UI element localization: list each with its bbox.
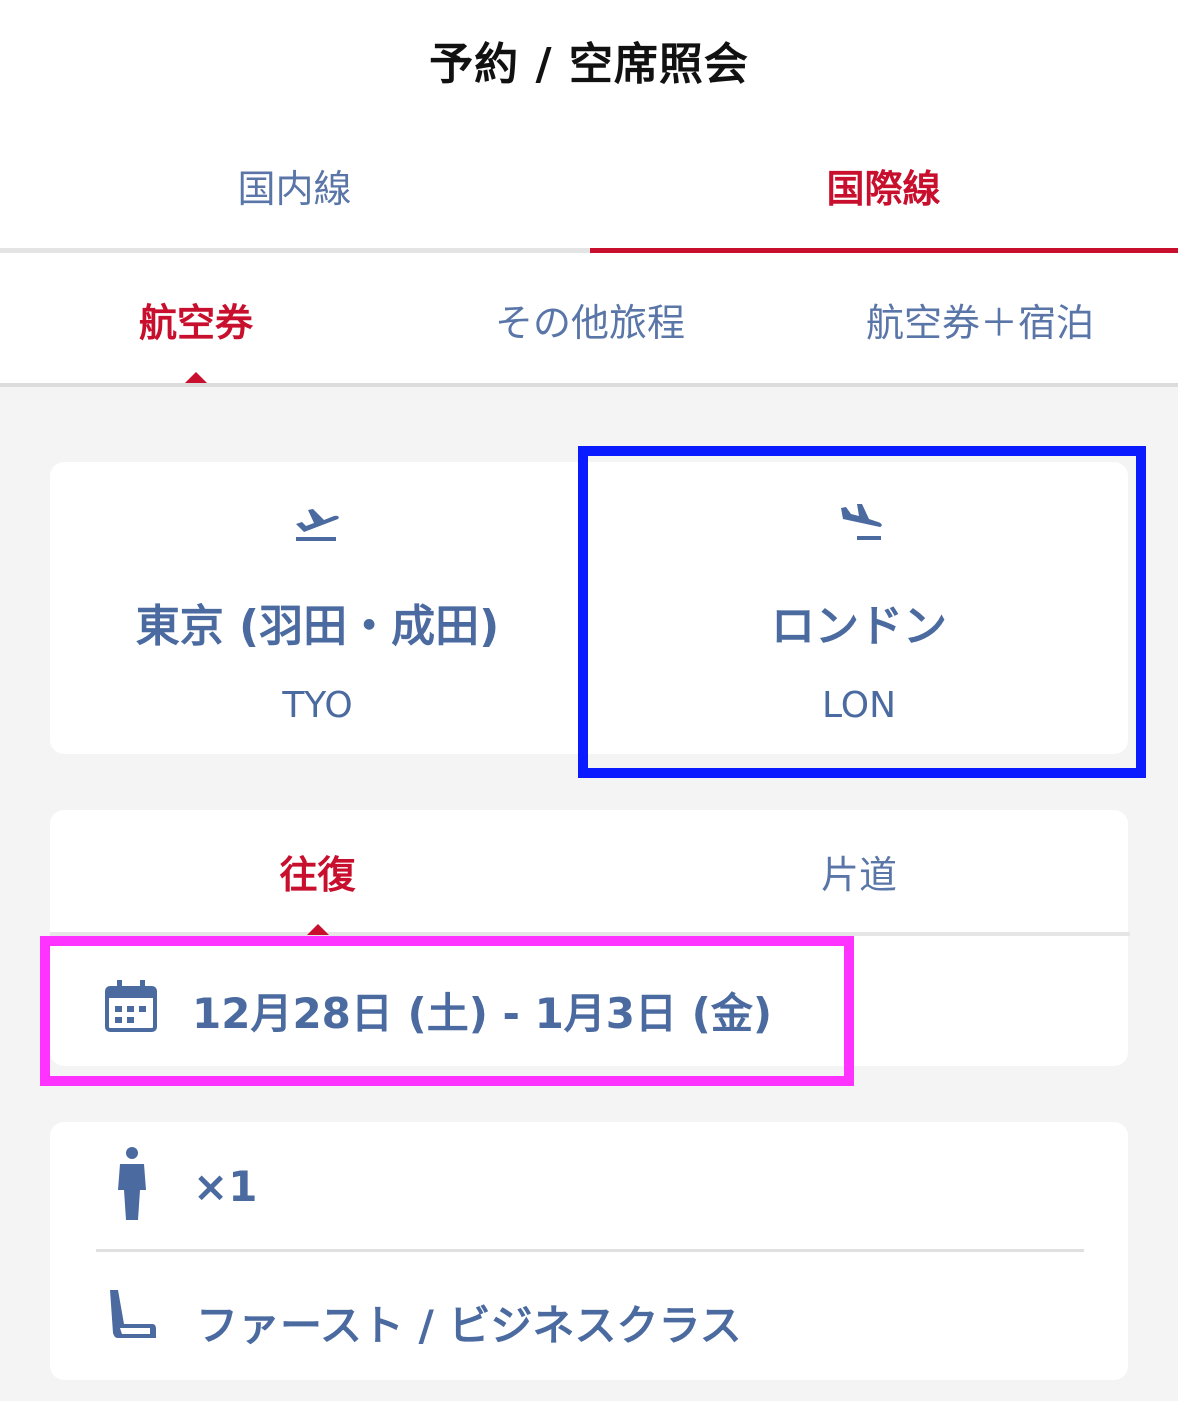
tab-domestic[interactable]: 国内線: [0, 120, 589, 250]
date-selector[interactable]: 12月28日 (土) - 1月3日 (金): [50, 940, 840, 1066]
arrival-plane-icon: [841, 504, 882, 540]
active-tab-caret: [185, 372, 207, 383]
origin-city: 東京 (羽田・成田): [135, 601, 500, 652]
origin-selector[interactable]: 東京 (羽田・成田) TYO: [50, 462, 585, 754]
row-divider: [96, 1249, 1084, 1252]
primary-tabs: 国内線 国際線: [0, 120, 1178, 255]
app-header: 予約 / 空席照会: [0, 0, 1178, 120]
route-card: 東京 (羽田・成田) TYO ロンドン LON: [50, 462, 1128, 754]
tab-international[interactable]: 国際線: [589, 120, 1178, 250]
active-tab-indicator: [590, 248, 1178, 253]
calendar-icon: [105, 980, 157, 1032]
date-range-value: 12月28日 (土) - 1月3日 (金): [192, 989, 773, 1038]
page-title: 予約 / 空席照会: [429, 39, 749, 90]
secondary-tabs: 航空券 その他旅程 航空券＋宿泊: [0, 255, 1178, 387]
tab-air-ticket[interactable]: 航空券: [60, 255, 332, 383]
tab-one-way[interactable]: 片道: [590, 810, 1128, 932]
departure-plane-icon: [296, 509, 339, 541]
passenger-selector[interactable]: ×1: [50, 1122, 1128, 1248]
tab-other-itinerary[interactable]: その他旅程: [440, 255, 740, 383]
tab-round-trip[interactable]: 往復: [50, 810, 585, 932]
cabin-selector[interactable]: ファースト / ビジネスクラス: [50, 1254, 1128, 1380]
cabin-class-value: ファースト / ビジネスクラス: [196, 1301, 742, 1350]
seat-icon: [110, 1290, 156, 1338]
tab-air-hotel[interactable]: 航空券＋宿泊: [840, 255, 1120, 383]
active-trip-caret: [307, 924, 329, 935]
trip-card: 往復 片道 12月28日 (土) - 1月3日 (金): [50, 810, 1130, 1066]
destination-code: LON: [821, 685, 897, 726]
person-icon: [118, 1147, 146, 1220]
passenger-count: ×1: [193, 1162, 258, 1211]
origin-code: TYO: [282, 685, 353, 726]
destination-selector[interactable]: ロンドン LON: [590, 462, 1128, 754]
passenger-cabin-card: ×1 ファースト / ビジネスクラス: [50, 1122, 1128, 1380]
destination-city: ロンドン: [771, 601, 947, 652]
trip-tab-divider: [50, 932, 1130, 936]
